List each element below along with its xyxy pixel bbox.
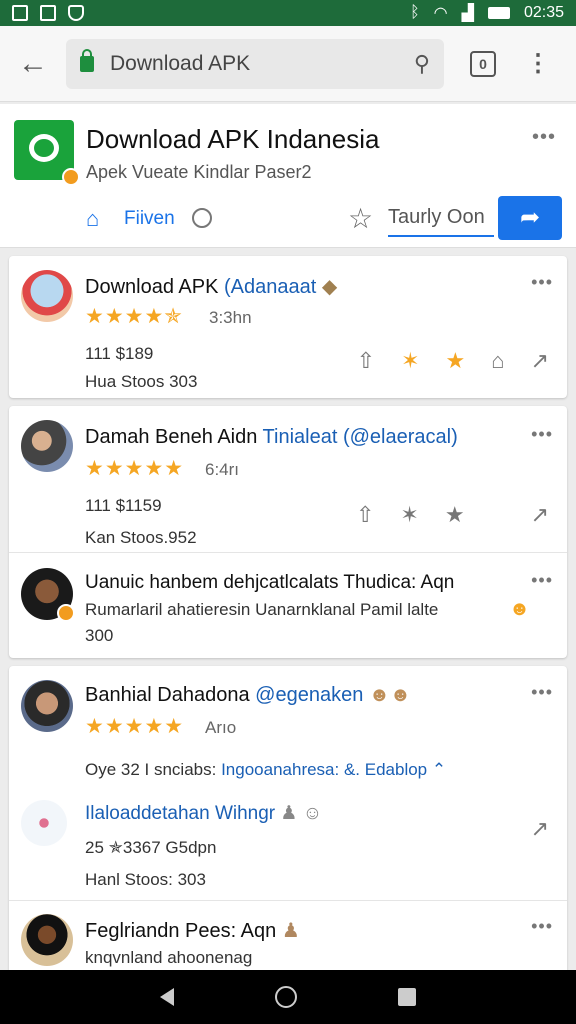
post-actions: ⇧ ✶ ★ ↗: [356, 502, 549, 528]
star-icon[interactable]: ✶: [400, 502, 418, 528]
follow-button[interactable]: Taurly Oon: [388, 206, 494, 237]
post-line: knqvnland ahoonenag: [85, 948, 253, 967]
nav-home-icon[interactable]: [274, 986, 297, 1008]
more-icon[interactable]: •••: [532, 126, 556, 149]
post-line: Rumarlaril ahatieresin Uanarnklanal Pami…: [85, 600, 439, 619]
rating-stars: ★★★★✯: [85, 305, 183, 328]
share-button[interactable]: ➦: [498, 196, 562, 240]
post-line: 111 $189: [85, 344, 154, 363]
chevron-up-icon[interactable]: ⌃: [432, 760, 446, 779]
rating-stars: ★★★★★: [85, 715, 185, 738]
post-line: Hanl Stoos: 303: [85, 870, 206, 889]
avatar[interactable]: [21, 270, 73, 322]
browser-toolbar: ← Download APK ⚲ 0 ⋮: [0, 26, 576, 102]
post-card: Damah Beneh Aidn Tinialeat (@elaeracal) …: [9, 406, 567, 658]
like-icon[interactable]: ⇧: [357, 348, 375, 374]
battery-icon: [487, 7, 510, 19]
emoji-icon: ♟: [281, 920, 300, 942]
more-icon[interactable]: •••: [531, 916, 553, 937]
site-logo: [14, 120, 80, 186]
shield-icon: [68, 5, 84, 21]
image-icon: [12, 5, 28, 21]
site-subtitle: Apek Vueate Kindlar Paser2: [86, 162, 312, 182]
verified-badge-icon: [57, 604, 75, 622]
rating-meta: 3:3hn: [209, 308, 252, 327]
post-author[interactable]: Damah Beneh Aidn Tinialeat (@elaeracal): [85, 426, 458, 449]
emoji-icon: ☻☻: [368, 684, 411, 706]
tabs-button[interactable]: 0: [470, 50, 496, 77]
badge-icon: ◆: [321, 276, 338, 298]
star-icon[interactable]: ☆: [348, 202, 373, 235]
post-card: Banhial Dahadona @egenaken ☻☻ ••• ★★★★★ …: [9, 666, 567, 976]
share-icon[interactable]: ↗: [531, 502, 549, 528]
photo-icon: [40, 5, 56, 21]
divider: [9, 900, 567, 901]
rating-meta: 6:4rı: [205, 460, 240, 479]
status-time: 02:35: [523, 4, 564, 21]
post-line: Oye 32 I snciabs: Ingooanahresa: &. Edab…: [85, 760, 447, 779]
avatar[interactable]: [21, 800, 67, 846]
rating-meta: Arıo: [205, 718, 237, 737]
search-icon[interactable]: ⚲: [414, 51, 430, 77]
site-header: Download APK Indanesia Apek Vueate Kindl…: [0, 104, 576, 248]
site-title: Download APK Indanesia: [86, 124, 380, 154]
bookmark-icon[interactable]: ⌂: [491, 348, 504, 374]
emoji-icon: ♟ ☺: [280, 803, 323, 824]
more-icon[interactable]: •••: [531, 272, 553, 293]
star-icon[interactable]: ★: [446, 348, 466, 374]
post-actions: ⇧ ✶ ★ ⌂ ↗: [357, 348, 549, 374]
sub-author[interactable]: Ilaloaddetahan Wihngr ♟ ☺: [85, 802, 322, 825]
share-icon[interactable]: ↗: [531, 348, 549, 374]
nav-recents-icon[interactable]: [397, 988, 416, 1006]
wifi-icon: ◠: [433, 5, 448, 22]
star-icon[interactable]: ★: [445, 502, 465, 528]
status-bar: ᛒ ◠ ▟ 02:35: [0, 0, 576, 26]
post-author[interactable]: Banhial Dahadona @egenaken ☻☻: [85, 684, 411, 707]
overflow-menu-icon[interactable]: ⋮: [526, 49, 550, 78]
nav-back-icon[interactable]: [160, 988, 175, 1006]
avatar[interactable]: [21, 568, 75, 622]
post-author[interactable]: Download APK (Adanaaat ◆: [85, 274, 337, 299]
more-icon[interactable]: •••: [531, 424, 553, 445]
more-icon[interactable]: •••: [531, 570, 553, 591]
globe-icon[interactable]: [192, 208, 212, 228]
star-icon[interactable]: ✶: [401, 348, 419, 374]
post-line: 25 ✯3367 G5dpn: [85, 838, 217, 857]
url-bar[interactable]: Download APK ⚲: [66, 38, 444, 89]
system-nav-bar: [0, 970, 576, 1024]
avatar[interactable]: [21, 914, 73, 966]
home-icon[interactable]: ⌂: [86, 206, 99, 232]
post-actions: ↗: [531, 816, 549, 842]
post-card: Download APK (Adanaaat ◆ ••• ★★★★✯ 3:3hn…: [9, 256, 567, 398]
post-line: Kan Stoos.952: [85, 528, 197, 547]
verified-badge-icon: [62, 168, 80, 186]
avatar[interactable]: [21, 680, 73, 732]
post-author[interactable]: Uanuic hanbem dehjcatlcalats Thudica: Aq…: [85, 572, 454, 594]
avatar[interactable]: [21, 420, 73, 472]
signal-icon: ▟: [461, 5, 474, 22]
more-icon[interactable]: •••: [531, 682, 553, 703]
share-icon[interactable]: ↗: [531, 816, 549, 842]
chat-bubble-icon: [29, 134, 59, 162]
lock-icon: [80, 48, 94, 72]
url-text[interactable]: Download APK: [110, 52, 414, 76]
emoji-icon: ☻: [509, 598, 531, 620]
rating-stars: ★★★★★: [85, 457, 185, 480]
post-line: 111 $1159: [85, 496, 162, 515]
divider: [9, 552, 567, 553]
post-line: Hua Stoos 303: [85, 372, 198, 391]
back-arrow-icon[interactable]: ←: [0, 47, 66, 81]
like-icon[interactable]: ⇧: [356, 502, 374, 528]
bluetooth-icon: ᛒ: [410, 4, 420, 21]
post-line: 300: [85, 626, 114, 645]
home-link[interactable]: Fiiven: [124, 208, 175, 230]
post-author[interactable]: Feglriandn Pees: Aqn ♟: [85, 918, 300, 943]
